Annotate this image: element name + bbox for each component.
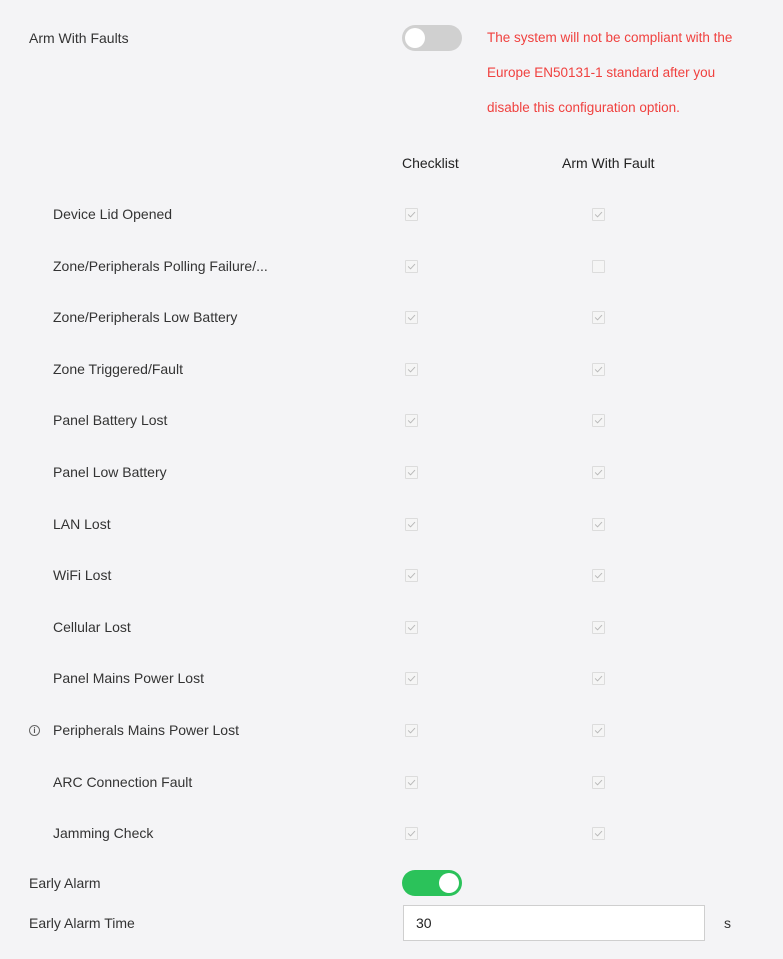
warning-line-1: The system will not be compliant with th… xyxy=(487,30,733,45)
row-label: Zone Triggered/Fault xyxy=(53,361,183,377)
arm-with-faults-label: Arm With Faults xyxy=(29,30,129,46)
row-label: Panel Low Battery xyxy=(53,464,167,480)
checklist-checkbox[interactable] xyxy=(405,311,418,324)
checklist-checkbox[interactable] xyxy=(405,363,418,376)
arm-with-fault-checkbox[interactable] xyxy=(592,621,605,634)
checklist-checkbox[interactable] xyxy=(405,827,418,840)
arm-with-fault-checkbox[interactable] xyxy=(592,827,605,840)
row-label: Peripherals Mains Power Lost xyxy=(53,722,239,738)
toggle-knob xyxy=(405,28,425,48)
arm-with-fault-checkbox[interactable] xyxy=(592,518,605,531)
row-label: Jamming Check xyxy=(53,825,154,841)
info-circle-icon[interactable]: i xyxy=(29,725,40,736)
early-alarm-time-input[interactable] xyxy=(403,905,705,941)
checklist-checkbox[interactable] xyxy=(405,724,418,737)
checklist-checkbox[interactable] xyxy=(405,260,418,273)
arm-with-fault-checkbox[interactable] xyxy=(592,311,605,324)
warning-line-3: disable this configuration option. xyxy=(487,100,680,115)
row-label: ARC Connection Fault xyxy=(53,774,193,790)
arm-with-fault-checkbox[interactable] xyxy=(592,466,605,479)
early-alarm-time-unit: s xyxy=(724,915,731,931)
row-label: LAN Lost xyxy=(53,516,111,532)
row-label: Panel Battery Lost xyxy=(53,412,168,428)
row-label: Zone/Peripherals Low Battery xyxy=(53,309,238,325)
arm-with-fault-checkbox[interactable] xyxy=(592,208,605,221)
arm-with-fault-checkbox[interactable] xyxy=(592,414,605,427)
early-alarm-label: Early Alarm xyxy=(29,875,101,891)
checklist-checkbox[interactable] xyxy=(405,776,418,789)
row-label: Panel Mains Power Lost xyxy=(53,670,204,686)
checklist-checkbox[interactable] xyxy=(405,569,418,582)
compliance-warning: The system will not be compliant with th… xyxy=(487,20,777,125)
checklist-checkbox[interactable] xyxy=(405,414,418,427)
checklist-checkbox[interactable] xyxy=(405,466,418,479)
arm-with-fault-checkbox[interactable] xyxy=(592,776,605,789)
arm-with-fault-checkbox[interactable] xyxy=(592,363,605,376)
column-header-checklist: Checklist xyxy=(402,155,459,171)
arm-with-fault-checkbox[interactable] xyxy=(592,672,605,685)
early-alarm-time-label: Early Alarm Time xyxy=(29,915,135,931)
checklist-checkbox[interactable] xyxy=(405,518,418,531)
row-label: Cellular Lost xyxy=(53,619,131,635)
column-header-arm-with-fault: Arm With Fault xyxy=(562,155,655,171)
checklist-checkbox[interactable] xyxy=(405,621,418,634)
arm-with-fault-checkbox[interactable] xyxy=(592,724,605,737)
arm-with-fault-checkbox[interactable] xyxy=(592,569,605,582)
row-label: Zone/Peripherals Polling Failure/... xyxy=(53,258,268,274)
row-label: Device Lid Opened xyxy=(53,206,173,222)
row-label: WiFi Lost xyxy=(53,567,112,583)
arm-with-faults-toggle[interactable] xyxy=(402,25,462,51)
checklist-checkbox[interactable] xyxy=(405,208,418,221)
warning-line-2: Europe EN50131-1 standard after you xyxy=(487,65,716,80)
checklist-checkbox[interactable] xyxy=(405,672,418,685)
arm-with-fault-checkbox[interactable] xyxy=(592,260,605,273)
early-alarm-toggle[interactable] xyxy=(402,870,462,896)
toggle-knob xyxy=(439,873,459,893)
